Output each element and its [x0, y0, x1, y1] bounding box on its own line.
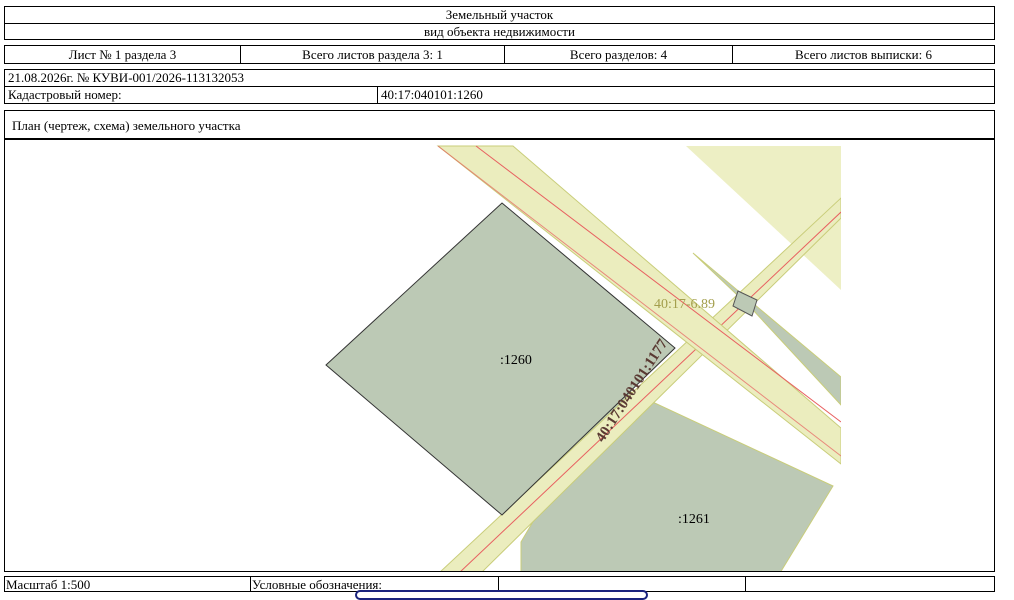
road-quarter-label: 40:17-6.89	[654, 297, 715, 312]
sheet-number: Лист № 1 раздела 3	[4, 45, 241, 64]
plan-title-box: План (чертеж, схема) земельного участка	[4, 110, 995, 139]
sheet-info-row: Лист № 1 раздела 3 Всего листов раздела …	[4, 45, 995, 64]
total-sheets-section: Всего листов раздела 3: 1	[240, 45, 505, 64]
extract-date-number: 21.08.2026г. № КУВИ-001/2026-113132053	[4, 69, 995, 87]
legend-cell-empty-2	[745, 576, 995, 592]
document-subtitle: вид объекта недвижимости	[424, 24, 575, 39]
header-box: Земельный участок вид объекта недвижимос…	[4, 6, 995, 40]
parcel-1261-label: :1261	[678, 512, 710, 527]
plan-map: :1260 :1261 40:17-6.89 40:17:040101:1177	[325, 145, 841, 571]
legend-swatch-partial	[355, 590, 648, 600]
total-sections: Всего разделов: 4	[504, 45, 733, 64]
scale-label: Масштаб 1:500	[4, 576, 251, 592]
plan-title: План (чертеж, схема) земельного участка	[12, 118, 241, 133]
cadastral-value: 40:17:040101:1260	[377, 86, 995, 104]
document-title: Земельный участок	[445, 7, 554, 22]
plan-drawing: :1260 :1261 40:17-6.89 40:17:040101:1177	[4, 139, 995, 572]
cadastral-label: Кадастровый номер:	[4, 86, 378, 104]
extract-row: 21.08.2026г. № КУВИ-001/2026-113132053	[4, 69, 995, 87]
parcel-1260-label: :1260	[500, 353, 532, 368]
total-sheets-extract: Всего листов выписки: 6	[732, 45, 995, 64]
cadastral-row: Кадастровый номер: 40:17:040101:1260	[4, 86, 995, 104]
